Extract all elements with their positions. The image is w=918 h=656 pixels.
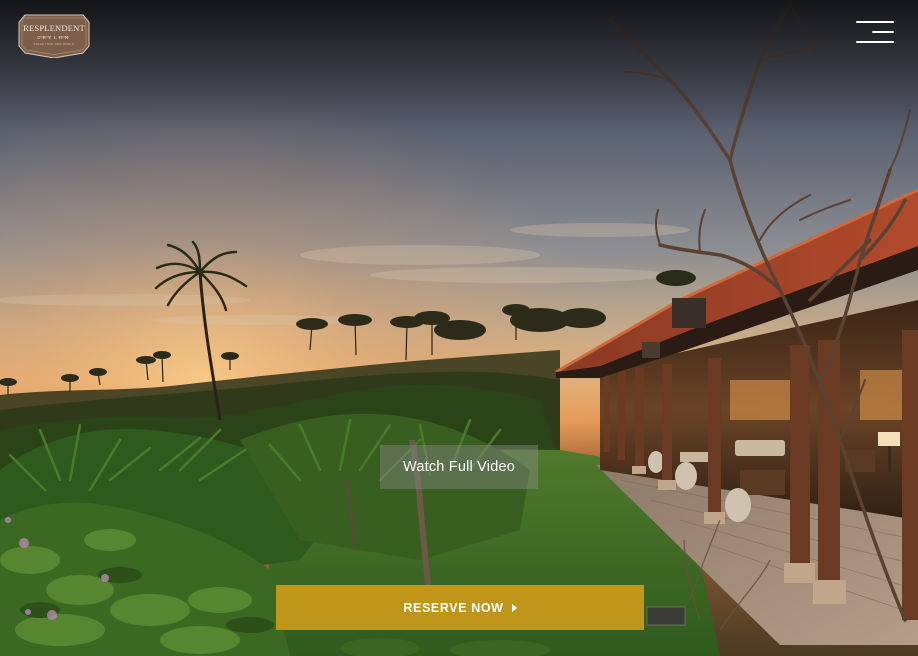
- reserve-now-button[interactable]: RESERVE NOW: [276, 585, 644, 630]
- logo-brand-name: RESPLENDENT: [23, 23, 85, 33]
- hamburger-menu-button[interactable]: [852, 16, 898, 50]
- reserve-now-label: RESERVE NOW: [403, 600, 504, 615]
- watch-video-button[interactable]: Watch Full Video: [380, 445, 538, 489]
- hero-background-photo: [0, 0, 918, 656]
- logo-tagline: SOLAS YOUR OWN WORLD: [33, 43, 75, 46]
- logo-badge-shape: [18, 14, 90, 58]
- logo-brand-sub: CEYLON: [37, 35, 71, 40]
- resplendent-ceylon-logo[interactable]: RESPLENDENT CEYLON SOLAS YOUR OWN WORLD: [17, 10, 91, 58]
- hero-section: RESPLENDENT CEYLON SOLAS YOUR OWN WORLD …: [0, 0, 918, 656]
- caret-right-icon: [511, 603, 517, 612]
